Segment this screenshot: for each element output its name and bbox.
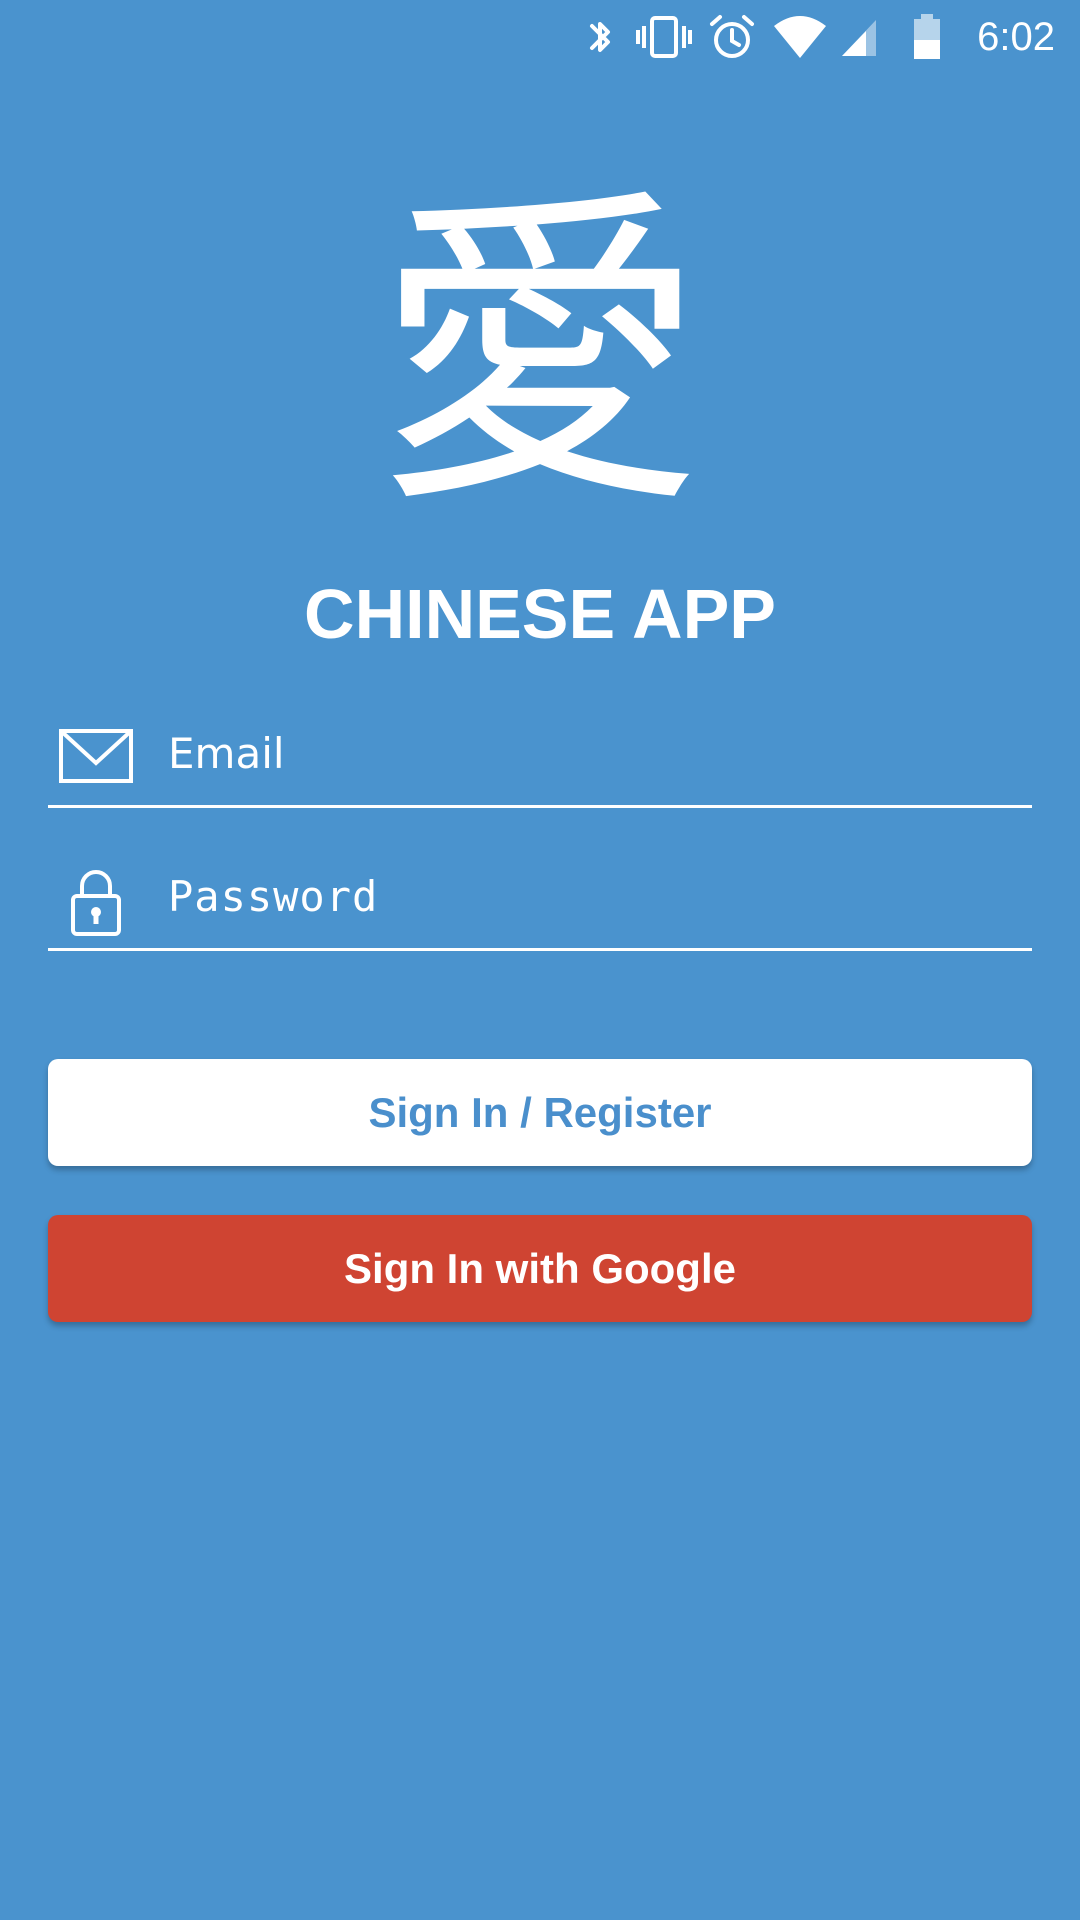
envelope-icon (59, 729, 133, 783)
status-bar: 6:02 (0, 0, 1080, 74)
email-field (48, 705, 1032, 808)
alarm-icon (710, 15, 754, 58)
status-time: 6:02 (977, 15, 1055, 59)
cell-signal-icon (842, 20, 876, 56)
google-sign-in-button[interactable]: Sign In with Google (48, 1215, 1032, 1322)
sign-in-register-button[interactable]: Sign In / Register (48, 1059, 1032, 1166)
app-title: CHINESE APP (304, 575, 776, 653)
bluetooth-icon (590, 22, 610, 52)
password-input[interactable] (168, 862, 1018, 932)
app-logo: 愛 (375, 163, 705, 547)
login-screen: 6:02 愛 CHINESE APP Sign In / Register Si… (0, 0, 1080, 1920)
wifi-icon (774, 16, 826, 58)
vibrate-icon (636, 16, 692, 58)
lock-icon (71, 870, 121, 936)
battery-icon (914, 14, 940, 59)
password-field (48, 848, 1032, 951)
email-input[interactable] (168, 719, 1018, 789)
